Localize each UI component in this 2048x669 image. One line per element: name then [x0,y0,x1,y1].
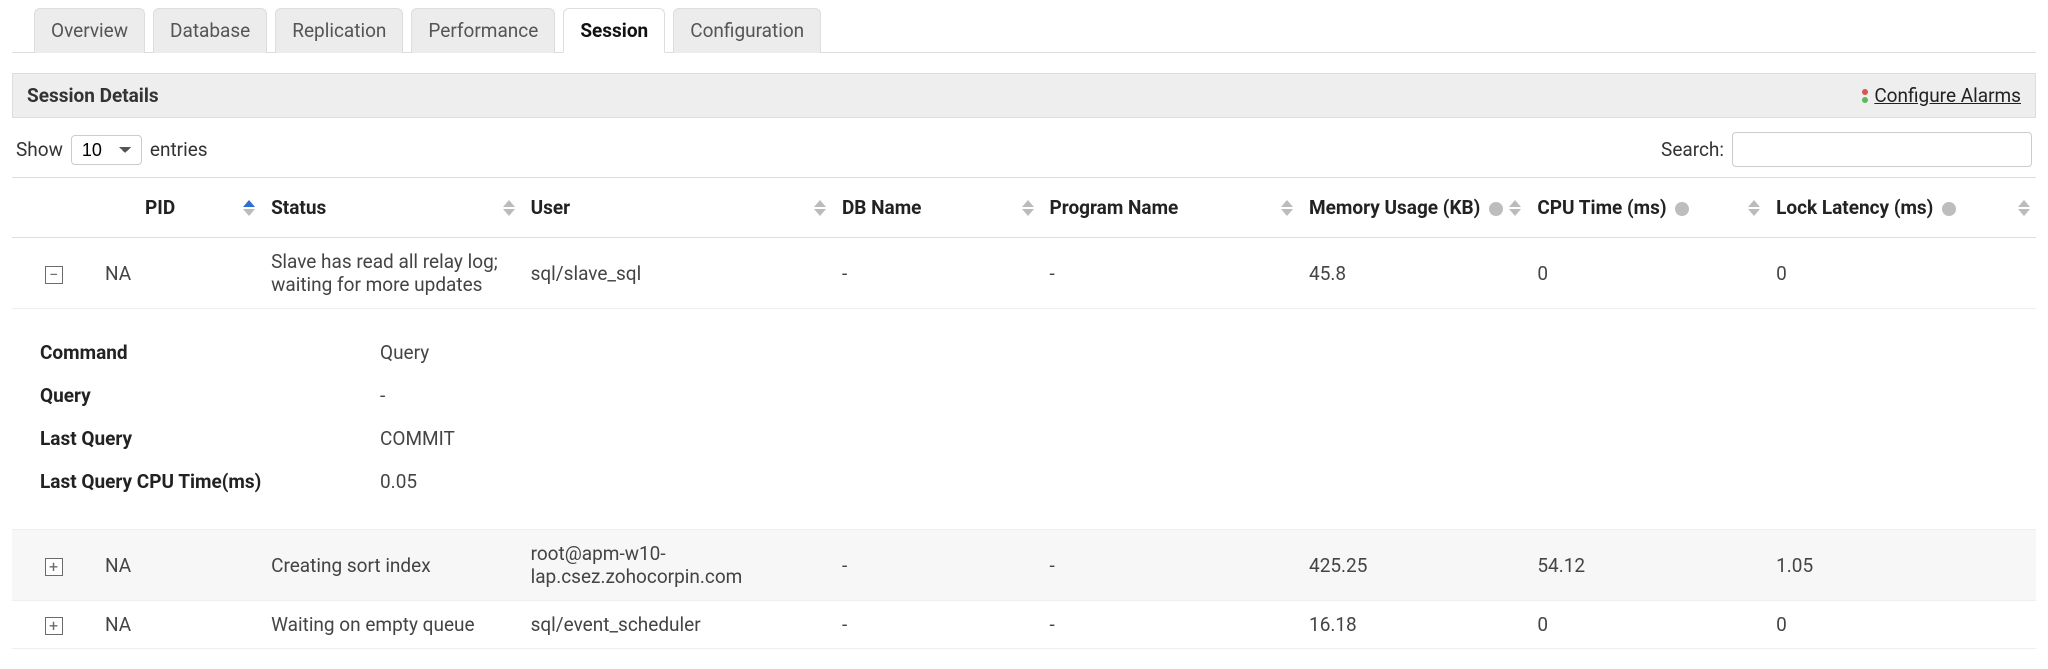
detail-last-query-cpu-label: Last Query CPU Time(ms) [40,470,340,493]
collapse-toggle[interactable]: − [45,266,63,284]
cell-dbname: - [832,601,1040,649]
tab-overview[interactable]: Overview [34,8,145,53]
col-program-label: Program Name [1050,196,1179,219]
cell-status: Creating sort index [261,530,520,601]
detail-last-query-cpu-value: 0.05 [380,470,417,493]
sort-icon [1281,200,1293,216]
col-lock-label: Lock Latency (ms) [1776,196,1933,219]
cell-memory: 16.18 [1299,601,1527,649]
tab-configuration[interactable]: Configuration [673,8,821,53]
info-icon[interactable] [1942,202,1956,216]
col-memory-label: Memory Usage (KB) [1309,196,1480,219]
info-icon[interactable] [1489,202,1503,216]
col-dbname-label: DB Name [842,196,922,219]
table-row-details: Command Query Query - Last Query COMMIT [12,309,2036,530]
table-row: + NA Waiting on empty queue sql/event_sc… [12,601,2036,649]
cell-pid: NA [95,601,261,649]
detail-last-query-value: COMMIT [380,427,455,450]
cell-status: Slave has read all relay log; waiting fo… [261,238,520,309]
cell-lock: 1.05 [1766,530,2036,601]
sort-icon [1022,200,1034,216]
col-cpu-header[interactable]: CPU Time (ms) [1527,178,1766,238]
sort-icon [814,200,826,216]
table-row: − NA Slave has read all relay log; waiti… [12,238,2036,309]
tab-replication[interactable]: Replication [275,8,403,53]
table-controls: Show 102550100 entries Search: [12,118,2036,177]
cell-pid: NA [95,238,261,309]
cell-status: Waiting on empty queue [261,601,520,649]
sort-icon [243,200,255,216]
info-icon[interactable] [1675,202,1689,216]
cell-user: root@apm-w10-lap.csez.zohocorpin.com [521,530,832,601]
sort-icon [503,200,515,216]
panel-title: Session Details [27,84,159,107]
col-cpu-label: CPU Time (ms) [1537,196,1666,219]
search-input[interactable] [1732,132,2032,167]
col-user-label: User [531,196,571,219]
cell-dbname: - [832,238,1040,309]
cell-dbname: - [832,530,1040,601]
col-status-header[interactable]: Status [261,178,520,238]
col-status-label: Status [271,196,326,219]
cell-program: - [1040,530,1299,601]
cell-user: sql/slave_sql [521,238,832,309]
detail-query-label: Query [40,384,340,407]
detail-last-query-label: Last Query [40,427,340,450]
expand-toggle[interactable]: + [45,558,63,576]
table-header-row: PID Status User [12,178,2036,238]
length-entries-label: entries [150,138,208,161]
table-row: + NA Creating sort index root@apm-w10-la… [12,530,2036,601]
cell-lock: 0 [1766,601,2036,649]
tab-performance[interactable]: Performance [411,8,555,53]
tab-session[interactable]: Session [563,8,665,53]
sort-icon [1748,200,1760,216]
expand-toggle[interactable]: + [45,617,63,635]
col-toggle-header [12,178,95,238]
cell-cpu: 0 [1527,601,1766,649]
col-pid-label: PID [105,196,175,219]
session-table: PID Status User [12,177,2036,649]
tab-database[interactable]: Database [153,8,267,53]
sort-icon [1509,200,1521,216]
configure-alarms-label: Configure Alarms [1874,84,2021,107]
alarm-icon [1862,89,1868,103]
col-program-header[interactable]: Program Name [1040,178,1299,238]
col-user-header[interactable]: User [521,178,832,238]
cell-user: sql/event_scheduler [521,601,832,649]
detail-command-value: Query [380,341,429,364]
col-dbname-header[interactable]: DB Name [832,178,1040,238]
cell-program: - [1040,238,1299,309]
sort-icon [2018,200,2030,216]
detail-command-label: Command [40,341,340,364]
col-pid-header[interactable]: PID [95,178,261,238]
cell-cpu: 54.12 [1527,530,1766,601]
cell-pid: NA [95,530,261,601]
cell-memory: 425.25 [1299,530,1527,601]
col-memory-header[interactable]: Memory Usage (KB) [1299,178,1527,238]
length-show-label: Show [16,138,63,161]
tabs-bar: Overview Database Replication Performanc… [12,8,2036,53]
panel-header: Session Details Configure Alarms [12,73,2036,118]
configure-alarms-link[interactable]: Configure Alarms [1862,84,2021,107]
length-select[interactable]: 102550100 [71,135,142,165]
detail-query-value: - [380,384,385,407]
cell-lock: 0 [1766,238,2036,309]
cell-cpu: 0 [1527,238,1766,309]
search-label: Search: [1661,138,1724,161]
cell-memory: 45.8 [1299,238,1527,309]
cell-program: - [1040,601,1299,649]
col-lock-header[interactable]: Lock Latency (ms) [1766,178,2036,238]
